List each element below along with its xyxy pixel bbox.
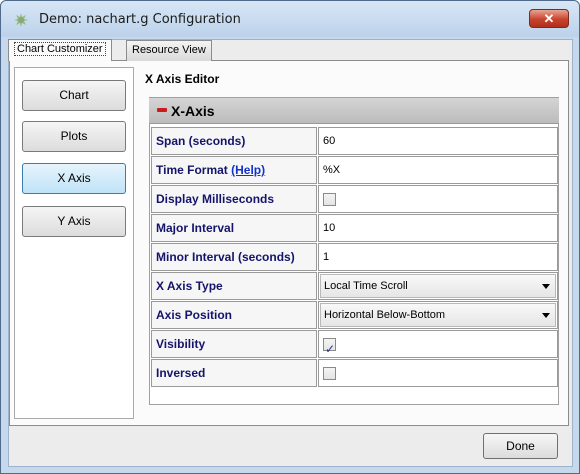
display-milliseconds-checkbox[interactable] [323,193,336,206]
property-label: Time Format (Help) [151,156,317,184]
axis-type-cell: Local Time Scroll [318,272,558,300]
chevron-down-icon[interactable] [542,313,550,318]
axis-type-dropdown[interactable]: Local Time Scroll [320,274,556,298]
property-label: Visibility [151,330,317,358]
help-link[interactable]: (Help) [231,163,265,177]
close-button[interactable]: ✕ [529,9,569,28]
axis-position-cell: Horizontal Below-Bottom [318,301,558,329]
visibility-checkbox[interactable] [323,336,336,362]
tab-resource-view[interactable]: Resource View [126,40,212,61]
title-bar[interactable]: Demo: nachart.g Configuration ✕ [1,1,579,37]
sidebar [14,67,134,419]
property-label: Major Interval [151,214,317,242]
property-row-visibility: Visibility [151,330,558,362]
minor-interval-input[interactable]: 1 [318,243,558,271]
property-row-span: Span (seconds) 60 [151,127,558,156]
sidebar-item-plots[interactable]: Plots [22,121,126,152]
time-format-label: Time Format [156,163,228,177]
property-row-axis-type: X Axis Type Local Time Scroll [151,272,558,301]
property-row-time-format: Time Format (Help) %X [151,156,558,185]
property-label: Display Milliseconds [151,185,317,213]
time-format-input[interactable]: %X [318,156,558,184]
close-icon: ✕ [543,11,555,26]
collapse-icon[interactable] [157,108,167,112]
display-milliseconds-cell [318,185,558,213]
span-input[interactable]: 60 [318,127,558,155]
property-row-axis-position: Axis Position Horizontal Below-Bottom [151,301,558,330]
visibility-cell [318,330,558,362]
major-interval-input[interactable]: 10 [318,214,558,242]
tab-label: Chart Customizer [14,42,106,56]
sidebar-item-chart[interactable]: Chart [22,80,126,111]
sidebar-item-y-axis[interactable]: Y Axis [22,206,126,237]
app-icon [14,13,28,27]
editor-title: X Axis Editor [145,72,220,86]
property-row-major-interval: Major Interval 10 [151,214,558,243]
property-row-minor-interval: Minor Interval (seconds) 1 [151,243,558,272]
property-label: Minor Interval (seconds) [151,243,317,271]
tab-chart-customizer[interactable]: Chart Customizer [8,39,112,61]
property-row-display-milliseconds: Display Milliseconds [151,185,558,214]
property-label: Inversed [151,359,317,387]
property-label: Axis Position [151,301,317,329]
chevron-down-icon[interactable] [542,284,550,289]
section-header[interactable]: X-Axis [149,98,559,124]
dropdown-value: Local Time Scroll [324,280,408,292]
tab-label: Resource View [132,44,206,56]
window-title: Demo: nachart.g Configuration [39,12,241,27]
sidebar-item-x-axis[interactable]: X Axis [22,163,126,194]
inversed-cell [318,359,558,387]
property-label: Span (seconds) [151,127,317,155]
dropdown-value: Horizontal Below-Bottom [324,309,446,321]
done-button[interactable]: Done [483,433,558,459]
axis-position-dropdown[interactable]: Horizontal Below-Bottom [320,303,556,327]
section-title: X-Axis [171,103,215,119]
inversed-checkbox[interactable] [323,367,336,380]
property-label: X Axis Type [151,272,317,300]
property-row-inversed: Inversed [151,359,558,388]
